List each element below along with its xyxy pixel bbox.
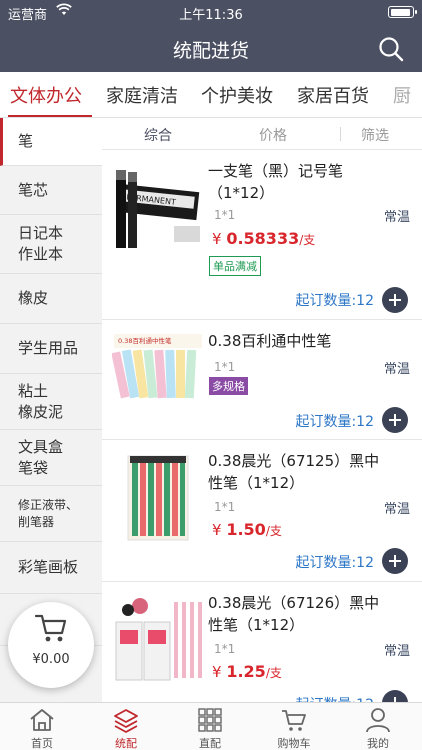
product-spec: 1*1 [214, 360, 236, 374]
product-list: PERMANENT 一支笔（黑）记号笔（1*12） 1*1 常温 ¥ 0.583… [102, 150, 422, 702]
add-to-cart-button[interactable] [382, 287, 408, 313]
product-spec: 1*1 [214, 500, 236, 514]
sidebar-item-notebook[interactable]: 日记本 作业本 [0, 215, 102, 274]
layers-icon [114, 709, 138, 733]
product-name[interactable]: 一支笔（黑）记号笔（1*12） [208, 160, 388, 204]
storage-label: 常温 [383, 210, 410, 225]
search-icon[interactable] [378, 36, 404, 62]
min-order-quantity: 起订数量:12 [295, 293, 374, 309]
app-screen: 运营商 上午11:36 统配进货 文体办公 家庭清洁 个护美妆 家居百货 厨 笔… [0, 0, 422, 750]
cart-total: ¥0.00 [32, 652, 70, 667]
battery-icon [388, 6, 417, 18]
promotion-badge: 单品满减 [209, 256, 261, 276]
category-tab-household[interactable]: 家居百货 [297, 82, 369, 108]
page-title: 统配进货 [172, 40, 249, 62]
cart-icon [34, 614, 67, 642]
sort-bar: 综合 价格 筛选 [102, 118, 422, 150]
currency-symbol: ¥ [212, 230, 222, 248]
user-icon [366, 708, 390, 733]
cart-icon [282, 710, 306, 731]
product-spec: 1*1 [214, 208, 236, 222]
price-value: 1.50 [226, 520, 266, 539]
min-order-quantity: 起订数量:12 [295, 694, 374, 702]
tab-label: 我的 [367, 737, 389, 750]
sidebar-item-clay[interactable]: 粘土 橡皮泥 [0, 374, 102, 430]
category-tabs: 文体办公 家庭清洁 个护美妆 家居百货 厨 [0, 72, 422, 118]
product-image[interactable]: PERMANENT [112, 160, 204, 252]
category-tab-cleaning[interactable]: 家庭清洁 [106, 82, 178, 108]
product-card[interactable]: 0.38晨光（67125）黑中性笔（1*12） 1*1 常温 ¥ 1.50/支 … [102, 440, 422, 582]
category-tab-beauty[interactable]: 个护美妆 [201, 82, 273, 108]
category-tab-kitchen[interactable]: 厨 [393, 82, 411, 108]
status-bar: 运营商 上午11:36 [0, 0, 422, 24]
tab-direct[interactable]: 直配 [168, 703, 252, 750]
home-icon [30, 709, 54, 731]
currency-symbol: ¥ [212, 663, 222, 681]
product-spec: 1*1 [214, 642, 236, 656]
product-image[interactable] [112, 592, 204, 684]
product-name[interactable]: 0.38晨光（67125）黑中性笔（1*12） [208, 450, 388, 494]
add-to-cart-button[interactable] [382, 407, 408, 433]
product-image[interactable] [112, 450, 204, 542]
bottom-tab-bar: 首页 统配 直配 购物车 我的 [0, 702, 422, 750]
multi-spec-badge: 多规格 [209, 377, 248, 395]
tab-cart[interactable]: 购物车 [252, 703, 336, 750]
sidebar-item-pencil-case[interactable]: 文具盒 笔袋 [0, 430, 102, 486]
sidebar-item-eraser[interactable]: 橡皮 [0, 274, 102, 324]
clock-label: 上午11:36 [179, 8, 243, 23]
product-card[interactable]: 0.38晨光（67126）黑中性笔（1*12） 1*1 常温 ¥ 1.25/支 … [102, 582, 422, 702]
price-value: 1.25 [226, 662, 266, 681]
sidebar-item-correction[interactable]: 修正液带、 削笔器 [0, 486, 102, 542]
product-card[interactable]: PERMANENT 一支笔（黑）记号笔（1*12） 1*1 常温 ¥ 0.583… [102, 150, 422, 320]
currency-symbol: ¥ [212, 521, 222, 539]
price-value: 0.58333 [226, 229, 300, 248]
grid-icon [198, 708, 222, 732]
filter-button[interactable]: 筛选 [361, 125, 389, 145]
sort-divider [340, 127, 341, 141]
sidebar-item-student-supplies[interactable]: 学生用品 [0, 324, 102, 374]
storage-label: 常温 [383, 362, 410, 377]
price-unit: /支 [265, 666, 282, 680]
sidebar-item-pen[interactable]: 笔 [0, 118, 102, 166]
product-price: ¥ 1.50/支 [212, 520, 282, 539]
tab-label: 首页 [31, 737, 53, 750]
category-tab-stationery[interactable]: 文体办公 [10, 82, 82, 108]
product-name[interactable]: 0.38百利通中性笔 [208, 330, 388, 352]
tab-label: 直配 [199, 737, 221, 750]
tab-profile[interactable]: 我的 [336, 703, 420, 750]
floating-cart-button[interactable]: ¥0.00 [8, 602, 94, 688]
product-name[interactable]: 0.38晨光（67126）黑中性笔（1*12） [208, 592, 388, 636]
sidebar-item-refill[interactable]: 笔芯 [0, 166, 102, 215]
tab-label: 统配 [115, 737, 137, 750]
storage-label: 常温 [383, 644, 410, 659]
price-unit: /支 [265, 524, 282, 538]
tab-label: 购物车 [277, 737, 311, 750]
add-to-cart-button[interactable] [382, 548, 408, 574]
min-order-quantity: 起订数量:12 [295, 414, 374, 430]
product-image[interactable]: 0.38百利通中性笔 [112, 328, 204, 400]
sidebar-item-drawing[interactable]: 彩笔画板 [0, 542, 102, 594]
product-price: ¥ 1.25/支 [212, 662, 282, 681]
tab-home[interactable]: 首页 [0, 703, 84, 750]
price-unit: /支 [299, 233, 316, 247]
storage-label: 常温 [383, 502, 410, 517]
sort-comprehensive[interactable]: 综合 [144, 125, 172, 145]
add-to-cart-button[interactable] [382, 690, 408, 702]
sort-price[interactable]: 价格 [259, 125, 287, 145]
min-order-quantity: 起订数量:12 [295, 555, 374, 571]
tab-distribution[interactable]: 统配 [84, 703, 168, 750]
product-card[interactable]: 0.38百利通中性笔 0.38百利通中性笔 1*1 常温 多规格 起订数量:12 [102, 320, 422, 440]
product-price: ¥ 0.58333/支 [212, 229, 315, 248]
header: 运营商 上午11:36 统配进货 [0, 0, 422, 72]
product-image-label: 0.38百利通中性笔 [118, 336, 172, 345]
